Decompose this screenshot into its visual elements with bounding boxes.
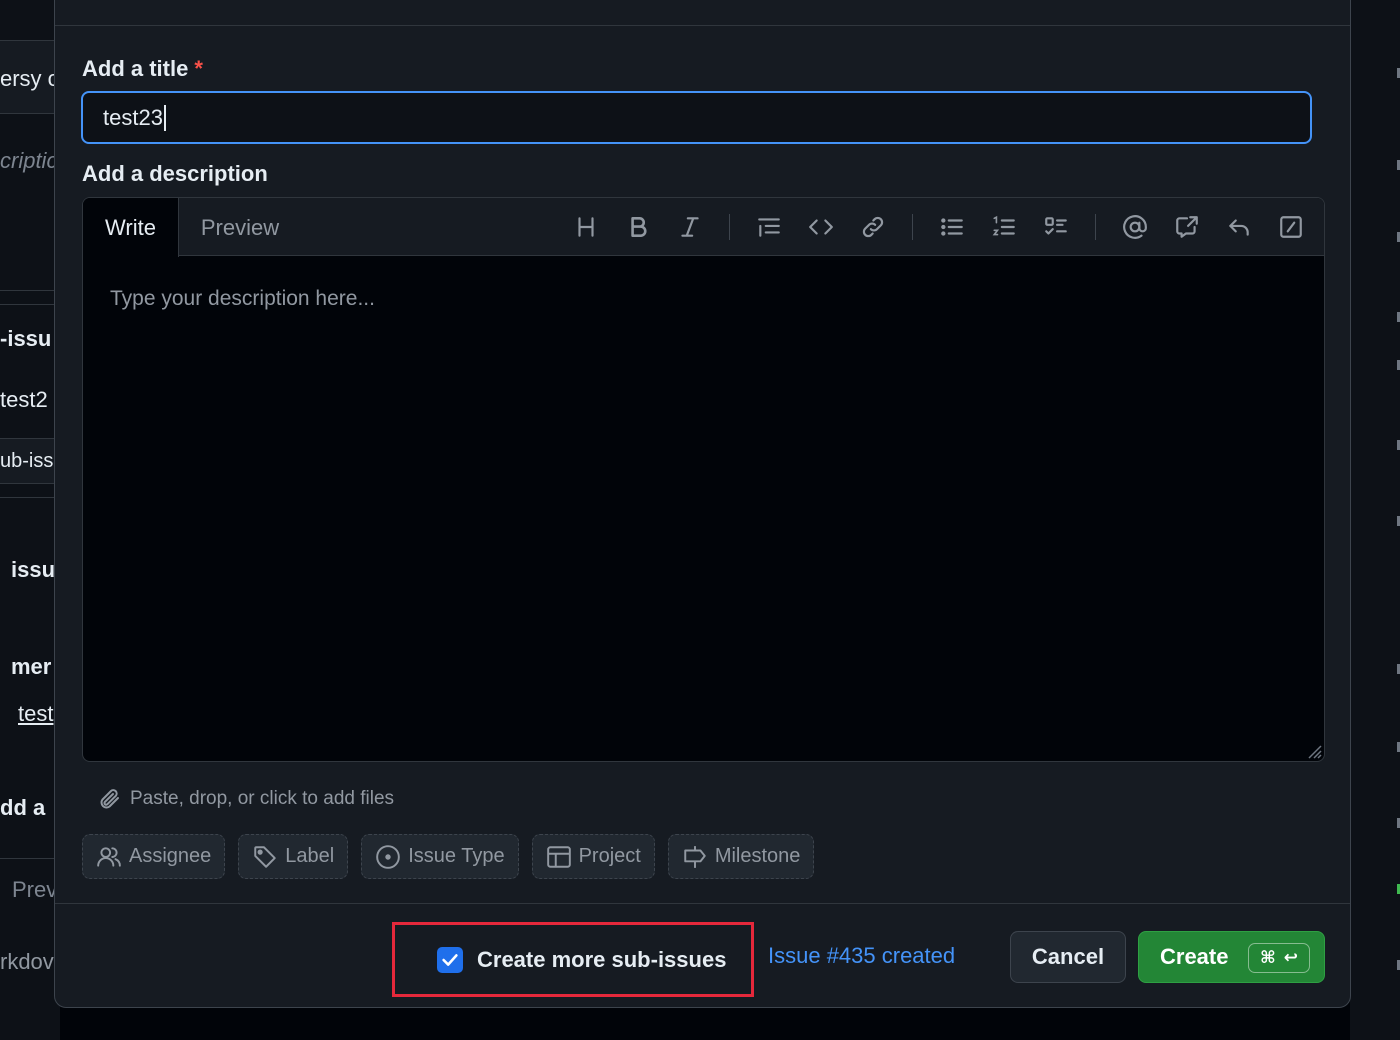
keyboard-shortcut: ⌘ ↩ [1248,943,1310,973]
label-button[interactable]: Label [238,834,349,879]
markdown-editor: Preview Write Type your description here… [82,197,1325,762]
check-icon [442,953,458,966]
create-button[interactable]: Create ⌘ ↩ [1138,931,1325,983]
link-icon[interactable] [856,210,890,244]
italic-icon[interactable] [673,210,707,244]
cancel-button[interactable]: Cancel [1010,931,1126,983]
bg-fragment: ersy c [0,66,59,91]
issue-created-link[interactable]: Issue #435 created [768,943,955,969]
tag-icon [254,845,277,868]
background-page-right [1350,0,1400,1040]
cross-reference-icon[interactable] [1170,210,1204,244]
people-icon [97,846,121,867]
create-more-label[interactable]: Create more sub-issues [477,947,726,973]
resize-handle-icon[interactable] [1302,739,1322,759]
bg-fragment: dd a [0,795,46,820]
attach-files-link[interactable]: Paste, drop, or click to add files [98,787,394,811]
project-button[interactable]: Project [531,834,655,879]
description-textarea[interactable]: Type your description here... [83,256,1324,761]
code-icon[interactable] [804,210,838,244]
required-mark: * [194,56,203,81]
create-button-label: Create [1160,944,1229,969]
description-label: Add a description [82,161,268,186]
issue-type-button[interactable]: Issue Type [361,834,519,879]
tab-write[interactable]: Write [83,198,179,257]
background-page-left: ersy c criptic -issu test2 ub-iss issu m… [0,0,60,1040]
editor-header: Preview [83,198,1324,256]
create-more-checkbox[interactable] [437,946,463,973]
saved-reply-icon[interactable] [1222,210,1256,244]
bg-fragment: -issu [0,326,52,351]
command-key-icon: ⌘ [1259,948,1276,968]
unordered-list-icon[interactable] [935,210,969,244]
task-list-icon[interactable] [1039,210,1073,244]
metadata-chips: Assignee Label Issue Type Project Milest… [82,834,815,879]
create-sub-issue-dialog: Add a title * test23 Add a description Pr… [54,0,1351,1008]
enter-key-icon: ↩ [1283,948,1299,968]
bg-fragment: mer [11,654,52,679]
title-label: Add a title * [82,56,203,81]
title-input-value: test23 [103,104,163,130]
bg-fragment: criptic [0,148,58,173]
mention-icon[interactable] [1118,210,1152,244]
create-more-highlight: Create more sub-issues [392,922,754,997]
milestone-icon [684,845,706,868]
bg-fragment: Prev [12,877,58,902]
quote-icon[interactable] [752,210,786,244]
table-icon [546,845,571,868]
bg-fragment: ub-iss [0,450,54,472]
title-input[interactable]: test23 [81,91,1312,144]
heading-icon[interactable] [569,210,603,244]
issue-opened-icon [376,844,401,869]
milestone-button[interactable]: Milestone [667,834,815,879]
bold-icon[interactable] [621,210,655,244]
paperclip-icon [100,789,119,809]
slash-command-icon[interactable] [1274,210,1308,244]
attach-files-text: Paste, drop, or click to add files [130,788,395,809]
ordered-list-icon[interactable] [987,210,1021,244]
description-placeholder: Type your description here... [110,287,375,310]
assignee-button[interactable]: Assignee [82,834,226,879]
bg-fragment: issu [11,557,56,582]
bg-fragment: test [18,701,54,726]
text-caret [163,104,166,131]
bg-fragment: rkdov [0,949,54,974]
bg-fragment: test2 [0,387,48,412]
tab-preview[interactable]: Preview [185,198,295,257]
